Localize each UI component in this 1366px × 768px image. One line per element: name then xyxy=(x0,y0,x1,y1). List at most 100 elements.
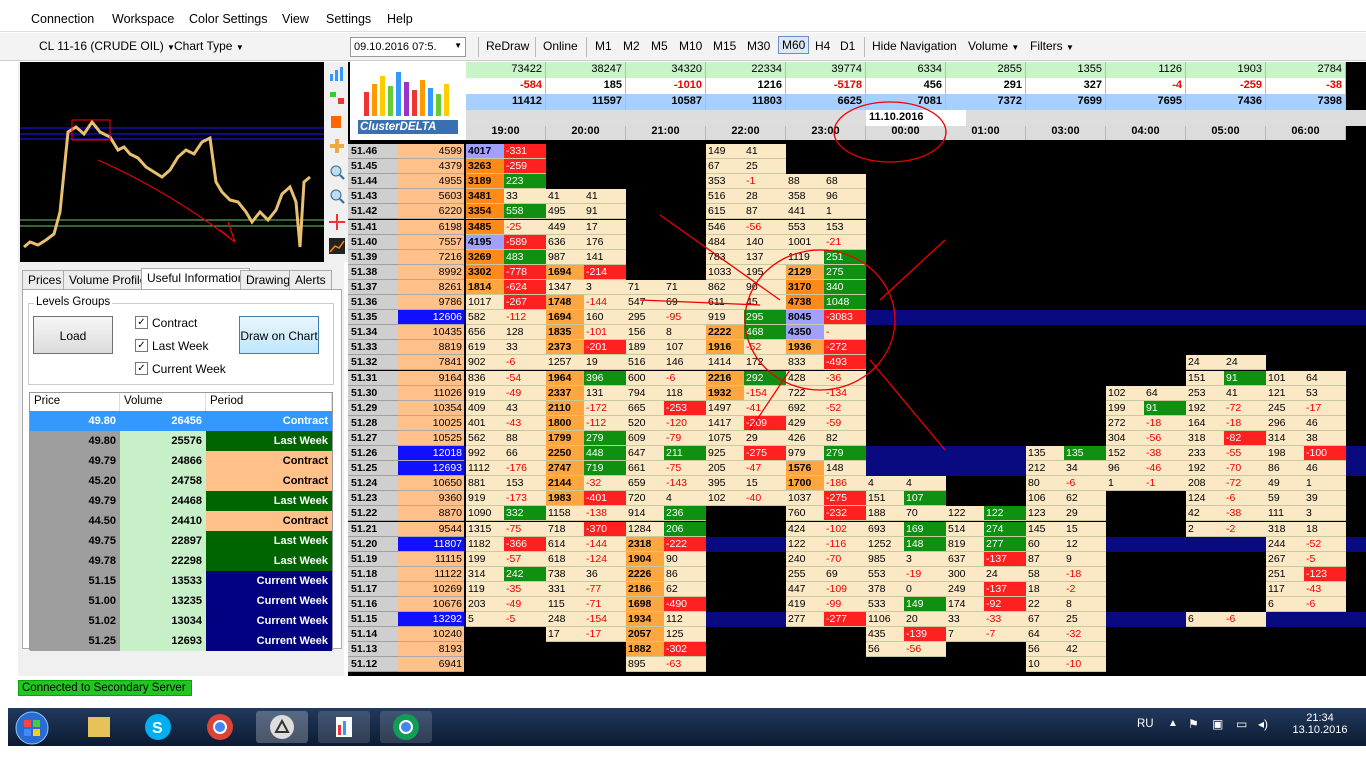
date-input[interactable]: 09.10.2016 07:5. ▼ xyxy=(350,37,466,57)
cell-volume[interactable]: 1916 xyxy=(706,340,744,356)
explorer-app-icon[interactable] xyxy=(72,711,124,743)
cell-delta[interactable]: 122 xyxy=(984,506,1026,522)
cell-delta[interactable]: -10 xyxy=(1064,657,1106,673)
cell-volume[interactable]: 614 xyxy=(546,536,584,552)
tab-prices[interactable]: Prices xyxy=(22,270,68,290)
cell-volume[interactable]: 212 xyxy=(1026,461,1064,477)
volume-select[interactable]: Volume ▼ xyxy=(968,39,1019,53)
cell-delta[interactable]: -1 xyxy=(744,174,786,190)
cell-delta[interactable]: 160 xyxy=(584,310,626,326)
cell-volume[interactable]: 208 xyxy=(1186,476,1224,492)
cell-delta[interactable]: 118 xyxy=(664,385,706,401)
cell-volume[interactable]: 295 xyxy=(626,310,664,326)
cell-volume[interactable]: 64 xyxy=(1026,627,1064,643)
cell-volume[interactable]: 1799 xyxy=(546,430,584,446)
cell-volume[interactable]: 428 xyxy=(786,370,824,386)
cell-volume[interactable]: 189 xyxy=(626,340,664,356)
cell-delta[interactable]: 332 xyxy=(504,506,546,522)
cell-delta[interactable]: -275 xyxy=(824,491,866,507)
cell-volume[interactable]: 115 xyxy=(546,597,584,612)
cell-volume[interactable]: 1932 xyxy=(706,385,744,401)
cell-delta[interactable]: -49 xyxy=(504,597,546,612)
cell-delta[interactable]: 90 xyxy=(664,551,706,567)
cell-delta[interactable]: 20 xyxy=(904,612,946,628)
table-row[interactable]: 49.80 26456 Contract xyxy=(30,411,332,431)
cell-delta[interactable]: 24 xyxy=(1224,355,1266,371)
language-indicator[interactable]: RU xyxy=(1137,718,1154,730)
cell-volume[interactable]: 783 xyxy=(706,249,744,265)
cell-delta[interactable]: 107 xyxy=(664,340,706,356)
cell-volume[interactable]: 199 xyxy=(466,551,504,567)
cell-volume[interactable]: 441 xyxy=(786,204,824,220)
cell-volume[interactable]: 833 xyxy=(786,355,824,371)
cell-volume[interactable]: 18 xyxy=(1026,581,1064,597)
cell-delta[interactable]: 146 xyxy=(664,355,706,371)
cell-delta[interactable]: -209 xyxy=(744,415,786,431)
cell-volume[interactable]: 67 xyxy=(706,159,744,175)
cell-delta[interactable]: -7 xyxy=(984,627,1026,643)
cell-volume[interactable]: 665 xyxy=(626,400,664,416)
tab-drawing[interactable]: Drawing xyxy=(240,270,297,290)
cell-delta[interactable]: 9 xyxy=(1064,551,1106,567)
cell-volume[interactable]: 151 xyxy=(1186,370,1224,386)
cell-volume[interactable]: 2129 xyxy=(786,264,824,280)
cell-volume[interactable]: 2057 xyxy=(626,627,664,643)
cell-delta[interactable]: -138 xyxy=(584,506,626,522)
cell-volume[interactable]: 1497 xyxy=(706,400,744,416)
cell-delta[interactable]: -123 xyxy=(1304,566,1346,582)
cell-delta[interactable]: -99 xyxy=(824,597,866,612)
cell-delta[interactable]: 66 xyxy=(504,446,546,461)
cell-delta[interactable]: -56 xyxy=(904,642,946,658)
cell-delta[interactable]: 279 xyxy=(824,446,866,461)
cell-delta[interactable]: -41 xyxy=(744,400,786,416)
cell-volume[interactable]: 1964 xyxy=(546,370,584,386)
cell-delta[interactable]: -6 xyxy=(1224,612,1266,628)
cell-volume[interactable]: 56 xyxy=(866,642,904,658)
tf-m2[interactable]: M2 xyxy=(623,39,640,53)
cell-volume[interactable]: 1033 xyxy=(706,264,744,280)
cell-volume[interactable]: 111 xyxy=(1266,506,1304,522)
cell-delta[interactable]: -49 xyxy=(504,385,546,401)
cell-volume[interactable]: 249 xyxy=(946,581,984,597)
cell-volume[interactable]: 722 xyxy=(786,385,824,401)
cell-volume[interactable]: 3263 xyxy=(466,159,504,175)
cell-delta[interactable]: 4 xyxy=(904,476,946,492)
cell-delta[interactable]: 71 xyxy=(664,279,706,295)
cell-delta[interactable]: 28 xyxy=(744,189,786,205)
cell-volume[interactable]: 304 xyxy=(1106,430,1144,446)
cell-delta[interactable]: 140 xyxy=(744,234,786,250)
cell-volume[interactable]: 1001 xyxy=(786,234,824,250)
cell-volume[interactable]: 24 xyxy=(1186,355,1224,371)
cell-delta[interactable]: -18 xyxy=(1064,566,1106,582)
cell-volume[interactable]: 3269 xyxy=(466,249,504,265)
cell-delta[interactable]: 46 xyxy=(1304,461,1346,477)
cell-delta[interactable]: -172 xyxy=(584,400,626,416)
cell-delta[interactable]: -63 xyxy=(664,657,706,673)
cell-volume[interactable]: 553 xyxy=(866,566,904,582)
cell-volume[interactable]: 17 xyxy=(546,627,584,643)
cell-volume[interactable]: 245 xyxy=(1266,400,1304,416)
cell-volume[interactable]: 925 xyxy=(706,446,744,461)
cell-delta[interactable]: 251 xyxy=(824,249,866,265)
table-row[interactable]: 51.25 12693 Current Week xyxy=(30,631,332,651)
cell-volume[interactable]: 378 xyxy=(866,581,904,597)
cell-delta[interactable]: -59 xyxy=(824,415,866,431)
cell-volume[interactable]: 1934 xyxy=(626,612,664,628)
cell-volume[interactable]: 192 xyxy=(1186,400,1224,416)
cell-delta[interactable]: -232 xyxy=(824,506,866,522)
cell-volume[interactable]: 6 xyxy=(1186,612,1224,628)
cell-volume[interactable]: 615 xyxy=(706,204,744,220)
cell-delta[interactable]: -18 xyxy=(1224,415,1266,431)
cell-delta[interactable]: -624 xyxy=(504,279,546,295)
cell-volume[interactable]: 533 xyxy=(866,597,904,612)
cell-volume[interactable]: 435 xyxy=(866,627,904,643)
table-row[interactable]: 51.00 13235 Current Week xyxy=(30,591,332,611)
cell-volume[interactable]: 2226 xyxy=(626,566,664,582)
cell-delta[interactable]: 148 xyxy=(904,536,946,552)
tab-volume-profile[interactable]: Volume Profile xyxy=(63,270,153,290)
cell-delta[interactable]: 41 xyxy=(744,144,786,159)
cell-volume[interactable]: 2318 xyxy=(626,536,664,552)
cell-volume[interactable]: 520 xyxy=(626,415,664,431)
cell-volume[interactable]: 42 xyxy=(1186,506,1224,522)
cell-volume[interactable]: 71 xyxy=(626,279,664,295)
